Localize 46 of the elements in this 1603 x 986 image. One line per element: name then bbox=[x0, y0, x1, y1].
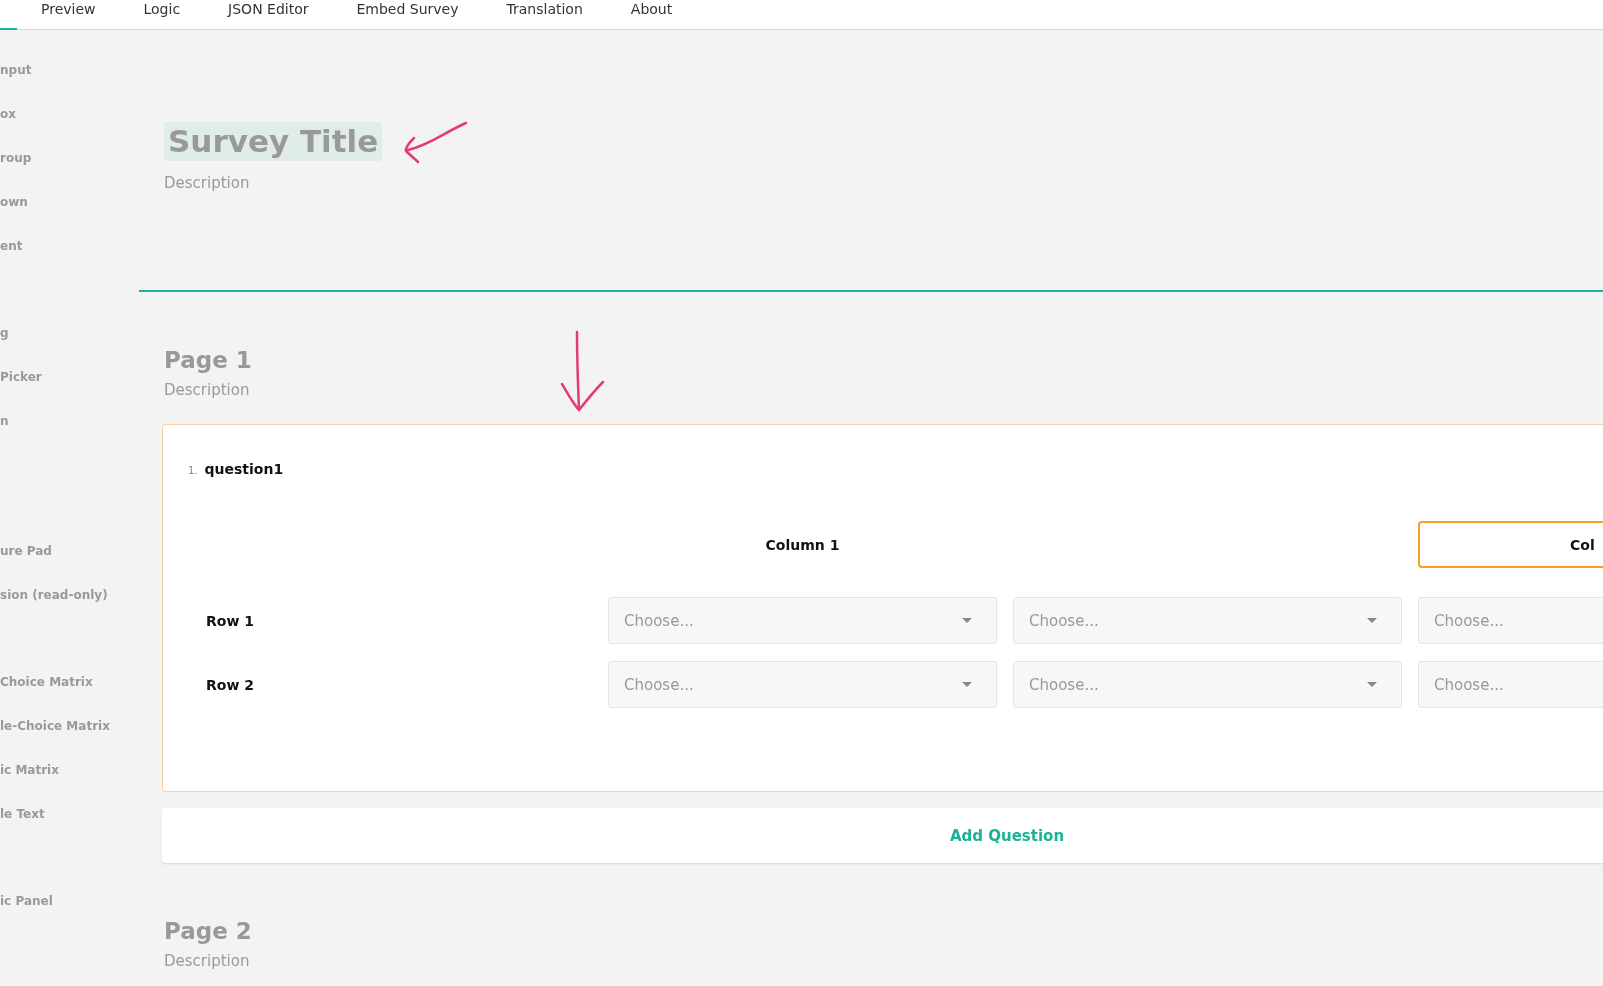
toolbox-item[interactable]: sion (read-only) bbox=[0, 588, 108, 602]
toolbox-item[interactable]: le Text bbox=[0, 807, 45, 821]
question-number: 1. bbox=[188, 465, 198, 476]
page-title[interactable]: Page 1 bbox=[164, 347, 1603, 373]
toolbox-item[interactable]: Picker bbox=[0, 370, 42, 384]
survey-title[interactable]: Survey Title bbox=[164, 122, 383, 161]
toolbox-item[interactable]: ent bbox=[0, 239, 23, 253]
row-label: Row 2 bbox=[206, 676, 254, 693]
toolbox-item[interactable]: g bbox=[0, 326, 9, 340]
caret-icon bbox=[962, 618, 972, 623]
tab-indicator bbox=[0, 28, 17, 30]
tab[interactable]: Preview bbox=[41, 0, 96, 18]
page-description[interactable]: Description bbox=[164, 381, 1603, 399]
caret-icon bbox=[1367, 618, 1377, 623]
survey-description[interactable]: Description bbox=[164, 174, 1603, 192]
tab[interactable]: Embed Survey bbox=[356, 0, 459, 18]
toolbox-item[interactable]: ox bbox=[0, 107, 16, 121]
tab[interactable]: Logic bbox=[143, 0, 181, 18]
question-card[interactable]: 1. question1 Column 1 Col Row 1 Choose... Choose... Choose... Row 2 Choose... Choose... Choose... bbox=[162, 424, 1603, 792]
add-question-button[interactable]: Add Question bbox=[162, 808, 1603, 863]
toolbox-item[interactable]: Choice Matrix bbox=[0, 675, 93, 689]
toolbox-item[interactable]: roup bbox=[0, 151, 32, 165]
tab[interactable]: About bbox=[630, 0, 673, 18]
column-header[interactable]: Column 1 bbox=[608, 521, 997, 568]
toolbox-item[interactable]: ure Pad bbox=[0, 544, 52, 558]
dropdown[interactable]: Choose... bbox=[608, 661, 997, 708]
tab[interactable]: JSON Editor bbox=[228, 0, 309, 18]
caret-icon bbox=[1367, 682, 1377, 687]
toolbox-item[interactable]: le-Choice Matrix bbox=[0, 719, 110, 733]
dropdown[interactable]: Choose... bbox=[1013, 597, 1402, 644]
caret-icon bbox=[962, 682, 972, 687]
dropdown[interactable]: Choose... bbox=[1418, 597, 1603, 644]
question-title[interactable]: question1 bbox=[204, 461, 284, 477]
row-label: Row 1 bbox=[206, 612, 254, 629]
toolbox-item[interactable]: own bbox=[0, 195, 28, 209]
tab[interactable]: Translation bbox=[506, 0, 583, 18]
toolbox-item[interactable]: ic Matrix bbox=[0, 763, 59, 777]
dropdown[interactable]: Choose... bbox=[608, 597, 997, 644]
column-header[interactable]: Col bbox=[1418, 521, 1603, 568]
dropdown[interactable]: Choose... bbox=[1013, 661, 1402, 708]
page-title[interactable]: Page 2 bbox=[164, 918, 1603, 944]
dropdown[interactable]: Choose... bbox=[1418, 661, 1603, 708]
toolbox-item[interactable]: nput bbox=[0, 63, 32, 77]
toolbox-item[interactable]: n bbox=[0, 414, 9, 428]
page-description[interactable]: Description bbox=[164, 952, 1603, 970]
toolbox-item[interactable]: ic Panel bbox=[0, 894, 53, 908]
